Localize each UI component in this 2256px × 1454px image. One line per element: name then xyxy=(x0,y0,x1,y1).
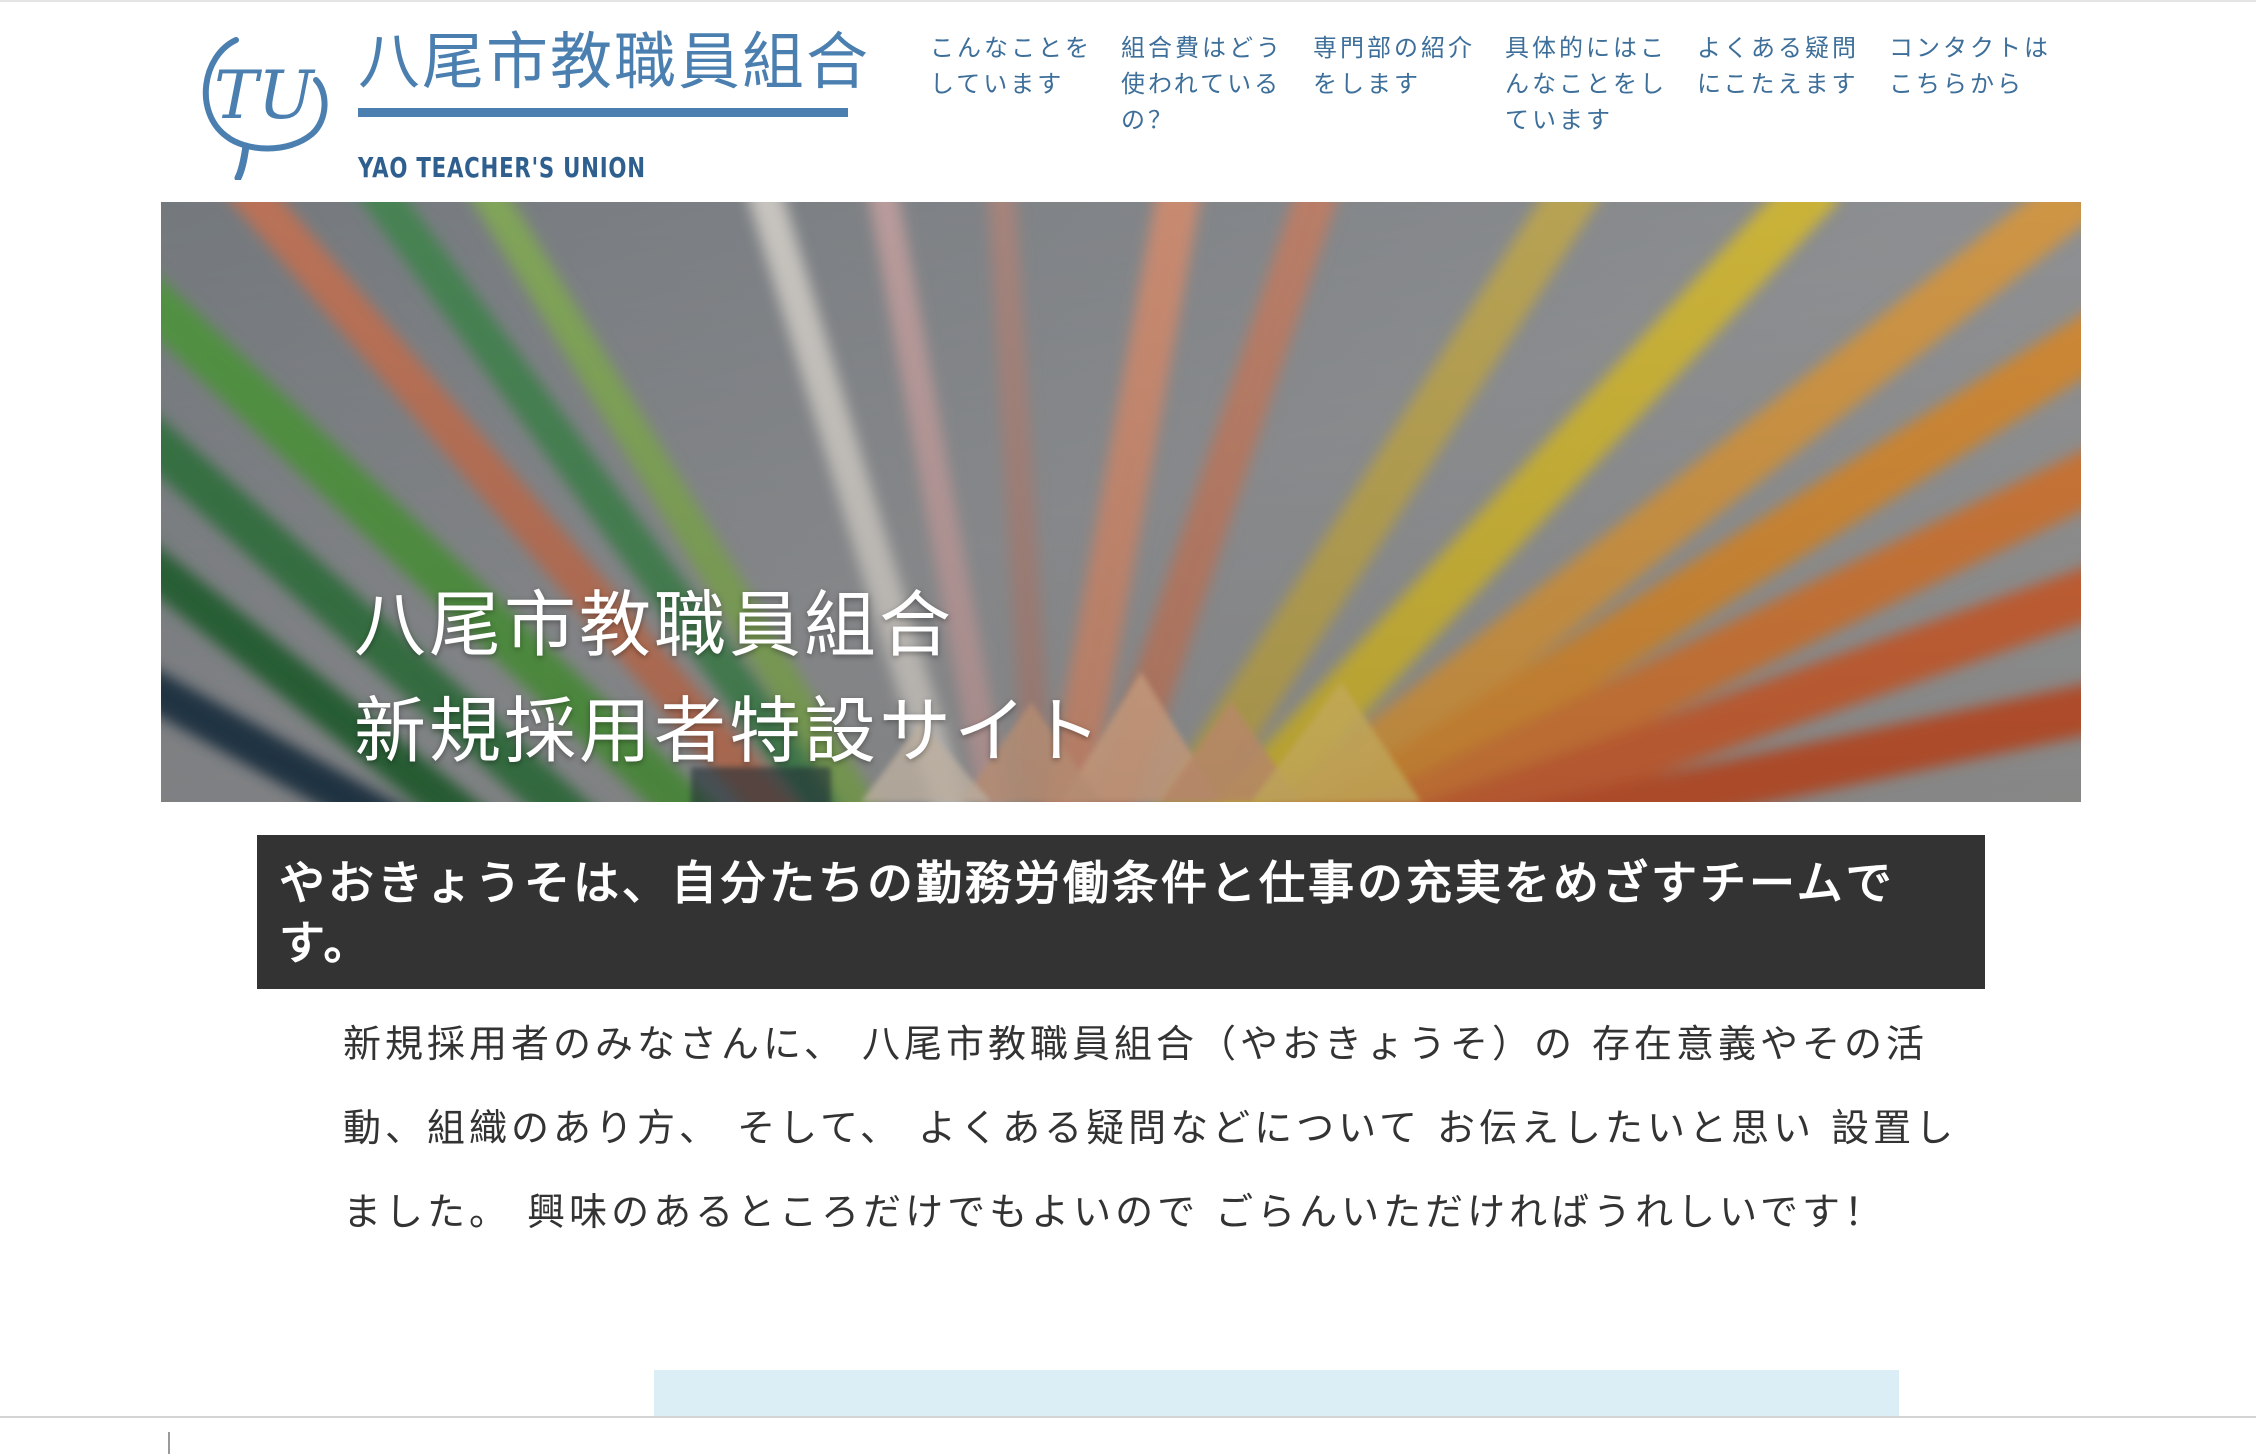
logo-underline xyxy=(358,108,848,117)
nav-item-activities[interactable]: こんなことをしています xyxy=(930,30,1102,102)
hero-title-line2: 新規採用者特設サイト xyxy=(354,689,1105,773)
hero-title: 八尾市教職員組合 新規採用者特設サイト xyxy=(354,572,1104,784)
top-border xyxy=(0,0,2256,2)
nav-item-details[interactable]: 具体的にはこんなことをしています xyxy=(1505,30,1677,138)
intro-paragraph: 新規採用者のみなさんに、 八尾市教職員組合（やおきょうそ）の 存在意義やその活動… xyxy=(343,1022,1958,1234)
site-subtitle: YAO TEACHER'S UNION xyxy=(358,151,646,184)
tagline-heading: やおきょうそは、自分たちの勤務労働条件と仕事の充実をめざすチームです。 xyxy=(279,856,1895,970)
bottom-bar xyxy=(0,1416,2256,1454)
hero-title-line1: 八尾市教職員組合 xyxy=(354,583,955,667)
logo-mark-text: TU xyxy=(214,57,316,134)
hero-banner: 八尾市教職員組合 新規採用者特設サイト xyxy=(161,202,2081,802)
text-cursor xyxy=(168,1432,170,1454)
site-title: 八尾市教職員組合 xyxy=(358,25,871,98)
nav-item-dues[interactable]: 組合費はどう使われているの？ xyxy=(1121,30,1293,138)
union-logo-icon: TU xyxy=(202,37,328,180)
nav-item-contact[interactable]: コンタクトはこちらから xyxy=(1889,30,2061,102)
page: TU 八尾市教職員組合 YAO TEACHER'S UNION こんなことをして… xyxy=(0,0,2256,1454)
tagline-banner: やおきょうそは、自分たちの勤務労働条件と仕事の充実をめざすチームです。 xyxy=(257,835,1985,989)
nav-item-departments[interactable]: 専門部の紹介をします xyxy=(1313,30,1485,102)
info-section-band xyxy=(654,1370,1899,1418)
nav-item-faq[interactable]: よくある疑問にこたえます xyxy=(1697,30,1869,102)
